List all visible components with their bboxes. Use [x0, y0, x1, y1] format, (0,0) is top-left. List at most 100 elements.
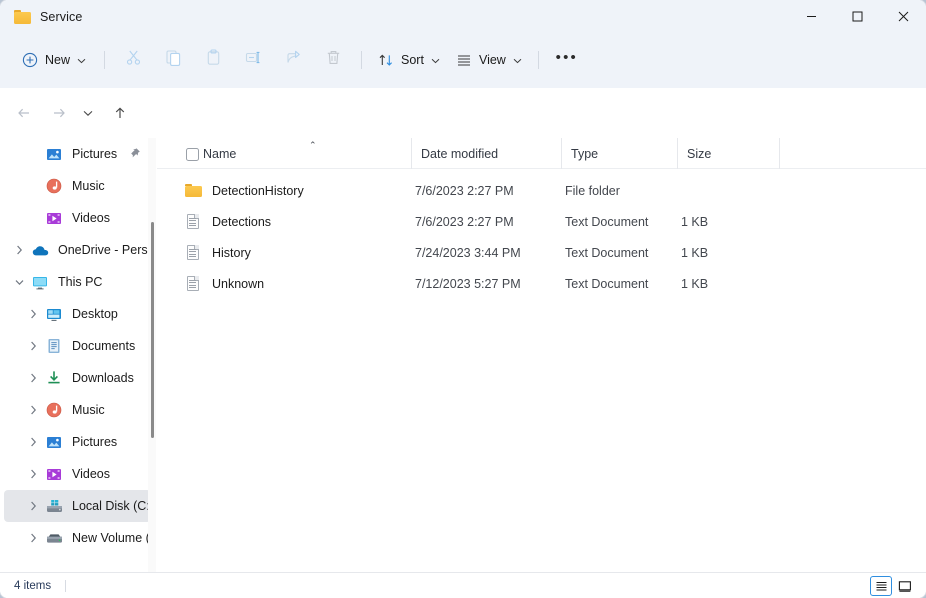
- pin-icon[interactable]: [128, 147, 141, 163]
- view-button[interactable]: View: [448, 44, 530, 76]
- sort-arrows-icon: [378, 52, 394, 68]
- rename-button[interactable]: [233, 44, 273, 76]
- sort-button[interactable]: Sort: [370, 44, 448, 76]
- paste-button[interactable]: [193, 44, 233, 76]
- navigation-bar: « Scans › History › Service ›: [0, 88, 926, 218]
- text-document-icon: [185, 275, 202, 292]
- file-type-cell-label: File folder: [565, 183, 620, 198]
- file-list-pane: Name ⌃ Date modified Type Size Detection…: [157, 138, 926, 572]
- file-row[interactable]: Detections 7/6/2023 2:27 PM Text Document 1…: [161, 206, 920, 237]
- file-date-cell: 7/12/2023 5:27 PM: [415, 268, 565, 299]
- sidebar-item-label: Downloads: [72, 371, 134, 385]
- file-type-cell: Text Document: [565, 237, 681, 268]
- column-header-date-modified[interactable]: Date modified: [411, 138, 561, 169]
- toolbar-separator-3: [537, 51, 539, 69]
- file-type-cell-label: Text Document: [565, 276, 649, 291]
- close-button[interactable]: [880, 0, 926, 33]
- sidebar-item-onedrive-perso[interactable]: OneDrive - Perso: [4, 234, 151, 266]
- new-button[interactable]: New: [14, 44, 96, 76]
- file-row[interactable]: Unknown 7/12/2023 5:27 PM Text Document 1 K…: [161, 268, 920, 299]
- chevron-right-icon[interactable]: [22, 437, 44, 447]
- window-title: Service: [40, 9, 83, 24]
- chevron-right-icon[interactable]: [22, 533, 44, 543]
- maximize-button[interactable]: [834, 0, 880, 33]
- back-button[interactable]: [10, 99, 38, 127]
- item-count-label: 4 items: [14, 579, 52, 592]
- chevron-right-icon[interactable]: [22, 469, 44, 479]
- chevron-down-icon[interactable]: [8, 279, 30, 286]
- file-name-cell: DetectionHistory: [185, 175, 411, 206]
- chevron-right-icon[interactable]: [22, 405, 44, 415]
- sidebar-item-label: Desktop: [72, 307, 118, 321]
- minimize-button[interactable]: [788, 0, 834, 33]
- sidebar-item-music[interactable]: Music: [4, 170, 151, 202]
- copy-button[interactable]: [153, 44, 193, 76]
- file-row[interactable]: DetectionHistory 7/6/2023 2:27 PM File fol…: [161, 175, 920, 206]
- file-size-cell: 1 KB: [681, 268, 783, 299]
- column-header-size-label: Size: [687, 146, 712, 161]
- sidebar-item-label: Pictures: [72, 435, 118, 449]
- file-name-label: DetectionHistory: [212, 183, 304, 198]
- plus-circle-icon: [22, 52, 38, 68]
- sidebar-item-this-pc[interactable]: This PC: [4, 266, 151, 298]
- music-icon: [44, 401, 64, 419]
- view-button-label: View: [478, 53, 506, 67]
- large-icons-view-button[interactable]: [894, 576, 916, 596]
- chevron-right-icon[interactable]: [22, 373, 44, 383]
- sidebar-item-label: New Volume (E: [72, 531, 151, 545]
- pictures-icon: [44, 145, 64, 163]
- column-header-size[interactable]: Size: [677, 138, 779, 169]
- videos-icon: [44, 209, 64, 227]
- share-button[interactable]: [273, 44, 313, 76]
- sidebar-scrollbar[interactable]: [148, 138, 156, 572]
- toolbar-separator-2: [361, 51, 363, 69]
- sidebar-item-pictures[interactable]: Pictures: [4, 426, 151, 458]
- chevron-right-icon[interactable]: [22, 341, 44, 351]
- forward-button[interactable]: [45, 99, 73, 127]
- recent-locations-button[interactable]: [76, 99, 100, 127]
- up-button[interactable]: [106, 99, 134, 127]
- see-more-button[interactable]: •••: [547, 44, 587, 76]
- navigation-pane[interactable]: Pictures Music Videos OneDrive - Perso This …: [0, 138, 157, 572]
- sidebar-item-desktop[interactable]: Desktop: [4, 298, 151, 330]
- file-size-cell-label: 1 KB: [681, 276, 709, 291]
- delete-button[interactable]: [313, 44, 353, 76]
- thispc-icon: [30, 273, 50, 291]
- sidebar-item-videos[interactable]: Videos: [4, 202, 151, 234]
- sidebar-item-new-volume-e[interactable]: New Volume (E: [4, 522, 151, 554]
- sidebar-item-music[interactable]: Music: [4, 394, 151, 426]
- share-icon: [285, 49, 302, 71]
- text-document-icon: [185, 244, 202, 261]
- select-all-checkbox[interactable]: [186, 148, 199, 161]
- sidebar-item-label: Music: [72, 403, 105, 417]
- sidebar-item-documents[interactable]: Documents: [4, 330, 151, 362]
- chevron-right-icon[interactable]: [8, 245, 30, 255]
- file-type-cell: File folder: [565, 175, 681, 206]
- details-view-button[interactable]: [870, 576, 892, 596]
- file-type-cell: Text Document: [565, 206, 681, 237]
- scrollbar-thumb[interactable]: [150, 222, 154, 438]
- videos-icon: [44, 465, 64, 483]
- file-date-cell: 7/6/2023 2:27 PM: [415, 206, 565, 237]
- sidebar-item-label: Local Disk (C:): [72, 499, 151, 513]
- sidebar-item-videos[interactable]: Videos: [4, 458, 151, 490]
- column-header-type[interactable]: Type: [561, 138, 677, 169]
- sidebar-item-pictures[interactable]: Pictures: [4, 138, 151, 170]
- new-button-label: New: [45, 53, 71, 67]
- command-bar: New Sort View •••: [0, 33, 926, 88]
- chevron-right-icon[interactable]: [22, 309, 44, 319]
- file-size-cell: 1 KB: [681, 206, 783, 237]
- column-header-edge: [779, 138, 780, 169]
- file-row[interactable]: History 7/24/2023 3:44 PM Text Document 1 K…: [161, 237, 920, 268]
- file-date-cell-label: 7/6/2023 2:27 PM: [415, 214, 514, 229]
- file-name-label: Unknown: [212, 276, 265, 291]
- chevron-right-icon[interactable]: [22, 501, 44, 511]
- file-date-cell-label: 7/24/2023 3:44 PM: [415, 245, 521, 260]
- cut-button[interactable]: [113, 44, 153, 76]
- copy-icon: [165, 49, 182, 71]
- clipboard-icon: [205, 49, 222, 71]
- sidebar-item-local-disk-c[interactable]: Local Disk (C:): [4, 490, 151, 522]
- sidebar-item-downloads[interactable]: Downloads: [4, 362, 151, 394]
- sort-button-label: Sort: [401, 53, 424, 67]
- sidebar-item-label: Pictures: [72, 147, 118, 161]
